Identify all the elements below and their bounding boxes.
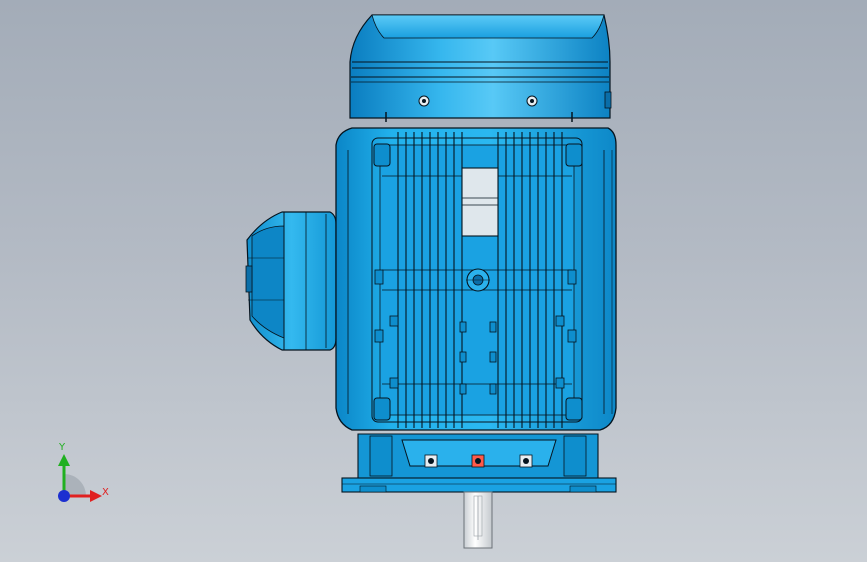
z-axis-icon	[58, 490, 70, 502]
cowl-bolt-right	[526, 95, 538, 107]
graphics-viewport[interactable]: Y X	[0, 0, 867, 562]
fan-cowl[interactable]	[349, 14, 612, 122]
motor-feet[interactable]	[341, 433, 617, 493]
terminal-box[interactable]	[245, 211, 351, 351]
coordinate-triad: Y X	[48, 440, 118, 510]
base-bolt-right	[519, 454, 533, 468]
nameplate	[461, 167, 499, 237]
x-axis-arrow-icon	[90, 490, 102, 502]
cowl-bolt-left	[418, 95, 430, 107]
y-axis-arrow-icon	[58, 454, 70, 466]
motor-shaft[interactable]	[463, 491, 493, 549]
motor-model[interactable]	[0, 0, 867, 562]
earth-terminal	[466, 268, 490, 292]
base-bolt-left	[424, 454, 438, 468]
x-axis-label: X	[102, 487, 109, 498]
y-axis-label: Y	[59, 442, 66, 453]
motor-frame[interactable]	[335, 127, 617, 431]
base-bolt-center	[471, 454, 485, 468]
